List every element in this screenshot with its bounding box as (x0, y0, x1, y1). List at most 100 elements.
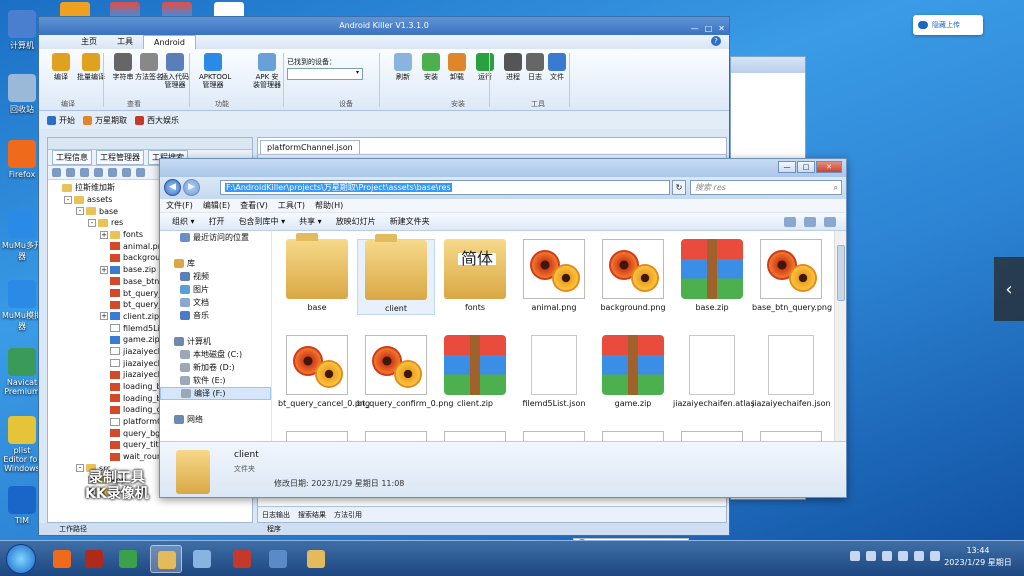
ribbon-button[interactable]: 运行 (471, 53, 499, 81)
help-icon[interactable] (824, 216, 836, 227)
close-icon[interactable]: ✕ (816, 161, 842, 173)
nav-item[interactable]: 新加卷 (D:) (160, 361, 271, 374)
file-item[interactable]: base.zip (673, 239, 751, 313)
file-item[interactable]: jiazaiyechaifen.atlas (673, 335, 755, 409)
settings-icon[interactable] (136, 168, 145, 177)
file-item[interactable]: base (278, 233, 356, 313)
taskbar-explorer-icon[interactable] (150, 545, 182, 573)
tree-toggle-icon[interactable]: - (76, 464, 84, 473)
cloud-upload-button[interactable]: 隐藏上传 (913, 15, 983, 35)
desktop-icon[interactable]: TIM (2, 486, 42, 525)
taskbar-app-icon[interactable] (112, 545, 144, 573)
collapse-icon[interactable] (66, 168, 75, 177)
file-item[interactable]: background.png (594, 239, 672, 313)
ribbon-button[interactable]: 批量编译 (77, 53, 105, 81)
ribbon-button[interactable]: 字符串 (109, 53, 137, 81)
explorer-menu-item[interactable]: 查看(V) (240, 200, 268, 211)
address-input[interactable]: F:\AndroidKiller\projects\万星期取\Project\a… (220, 180, 670, 195)
device-select[interactable]: ▾ (287, 68, 363, 80)
project-tab[interactable]: 工程信息 (52, 150, 92, 165)
tree-toggle-icon[interactable]: - (64, 195, 72, 204)
output-tab[interactable]: 搜索结果 (298, 510, 326, 520)
explorer-menu-item[interactable]: 工具(T) (278, 200, 305, 211)
explorer-command[interactable]: 新建文件夹 (390, 216, 430, 227)
ribbon-tab-1[interactable]: 工具 (107, 35, 143, 49)
nav-item[interactable]: 计算机 (160, 335, 271, 348)
forward-arrow-icon[interactable]: ▶ (183, 179, 200, 196)
refresh-icon[interactable] (52, 168, 61, 177)
editor-tab[interactable]: platformChannel.json (260, 140, 360, 154)
window-title-bar[interactable]: Android Killer V1.3.1.0 — □ ✕ (39, 17, 729, 35)
ribbon-button[interactable]: 方法签名 (135, 53, 163, 81)
desktop-icon[interactable]: 计算机 (2, 10, 42, 51)
ribbon-button[interactable]: APKTOOL管理器 (199, 53, 231, 89)
clock[interactable]: 13:44 2023/1/29 星期日 (944, 545, 1012, 569)
explorer-menu-item[interactable]: 帮助(H) (315, 200, 343, 211)
file-item[interactable]: bt_query_confirm_0.png (357, 335, 454, 409)
project-tab[interactable]: 工程管理器 (96, 150, 144, 165)
nav-item[interactable]: 视频 (160, 270, 271, 283)
taskbar-app-icon[interactable] (226, 545, 258, 573)
explorer-command[interactable]: 打开 (209, 216, 225, 227)
desktop-icon[interactable]: MuMu模拟器 (2, 280, 42, 332)
taskbar-game-icon[interactable] (78, 545, 110, 573)
minimize-icon[interactable]: — (778, 161, 796, 173)
explorer-title-bar[interactable]: — □ ✕ (160, 159, 846, 177)
nav-item[interactable]: 图片 (160, 283, 271, 296)
file-item[interactable]: base_btn_query.png (752, 239, 832, 313)
ribbon-button[interactable]: 插入代码管理器 (161, 53, 189, 89)
file-item[interactable]: client.zip (436, 335, 514, 409)
ribbon-tab-2[interactable]: Android (143, 34, 196, 50)
project-search-bar[interactable] (48, 138, 252, 150)
chevron-left-icon[interactable]: ‹ (994, 257, 1024, 321)
nav-item[interactable]: 最近访问的位置 (160, 231, 271, 244)
desktop-icon[interactable]: plist Editor for Windows (2, 416, 42, 473)
desktop-icon[interactable]: Navicat Premium (2, 348, 42, 396)
taskbar-window-icon[interactable] (186, 545, 218, 573)
ribbon-button[interactable]: 编译 (47, 53, 75, 81)
explorer-command[interactable]: 共享 ▾ (299, 216, 322, 227)
file-item[interactable]: game.zip (594, 335, 672, 409)
nav-item[interactable]: 软件 (E:) (160, 374, 271, 387)
tray-icon[interactable] (882, 551, 892, 561)
tree-toggle-icon[interactable]: + (100, 230, 108, 239)
tree-toggle-icon[interactable]: + (100, 265, 108, 274)
explorer-menu-item[interactable]: 编辑(E) (203, 200, 230, 211)
desktop-icon[interactable]: MuMu多开器 (2, 210, 42, 262)
taskbar-firefox-icon[interactable] (46, 545, 78, 573)
file-item[interactable]: 简体 fonts (436, 239, 514, 313)
desktop-icon[interactable]: 回收站 (2, 74, 42, 115)
refresh-icon[interactable]: ↻ (672, 180, 686, 195)
nav-item[interactable]: 库 (160, 257, 271, 270)
volume-icon[interactable] (930, 551, 940, 561)
back-arrow-icon[interactable]: ◀ (164, 179, 181, 196)
folder-icon[interactable] (94, 168, 103, 177)
file-item[interactable]: animal.png (515, 239, 593, 313)
network-icon[interactable] (914, 551, 924, 561)
explorer-command[interactable]: 组织 ▾ (172, 216, 195, 227)
tray-icon[interactable] (866, 551, 876, 561)
nav-item[interactable]: 本地磁盘 (C:) (160, 348, 271, 361)
nav-item[interactable]: 网络 (160, 413, 271, 426)
document-tab[interactable]: 万星期取 (83, 115, 127, 126)
taskbar-computer-icon[interactable] (262, 545, 294, 573)
output-tab[interactable]: 日志输出 (262, 510, 290, 520)
ribbon-button[interactable]: 安装 (417, 53, 445, 81)
preview-pane-icon[interactable] (804, 216, 816, 227)
delete-icon[interactable] (108, 168, 117, 177)
nav-item[interactable]: 音乐 (160, 309, 271, 322)
file-item[interactable]: bt_query_cancel_0.png (278, 335, 370, 409)
explorer-command[interactable]: 包含到库中 ▾ (239, 216, 286, 227)
desktop-icon[interactable]: Firefox (2, 140, 42, 179)
open-icon[interactable] (122, 168, 131, 177)
ribbon-button[interactable]: APK 安装管理器 (253, 53, 281, 89)
file-item[interactable]: filemd5List.json (515, 335, 593, 409)
document-tab[interactable]: 开始 (47, 115, 75, 126)
search-input[interactable]: 搜索 res ⌕ (690, 180, 842, 195)
help-icon[interactable]: ? (711, 36, 721, 46)
file-item[interactable]: jiazaiyechaifen.json (752, 335, 831, 409)
start-button[interactable] (6, 544, 36, 574)
output-tab[interactable]: 方法引用 (334, 510, 362, 520)
ribbon-tab-0[interactable]: 主页 (71, 35, 107, 49)
file-item[interactable]: client (357, 234, 435, 315)
